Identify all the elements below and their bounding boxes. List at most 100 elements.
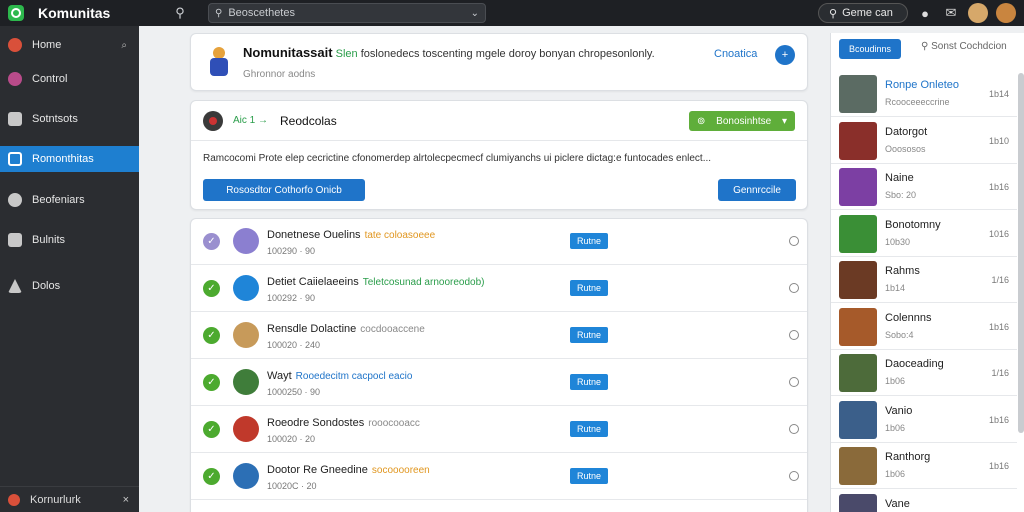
game-thumbnail <box>839 354 877 392</box>
list-item[interactable]: ✓ Roeodre Sondostes rooocooacc 100020 · 20 R… <box>191 407 807 453</box>
sidebar-item-label: Control <box>32 73 68 85</box>
panel-item-count: 1b16 <box>988 321 1009 332</box>
avatar[interactable] <box>233 369 259 395</box>
feed-list: ✓ Donetnese Ouelins tate coloasoeee 100290 … <box>190 218 808 512</box>
search-icon[interactable]: ⚲ <box>173 5 187 21</box>
radio-button[interactable] <box>789 236 799 246</box>
game-thumbnail <box>839 214 877 253</box>
checkmark-icon[interactable]: ✓ <box>203 421 220 438</box>
panel-item-count: 1b10 <box>988 135 1009 146</box>
chevron-down-icon: ▾ <box>781 115 787 127</box>
checkmark-icon[interactable]: ✓ <box>203 327 220 344</box>
panel-item-title: Ranthorg <box>885 451 931 463</box>
item-action-button[interactable]: Rutne <box>570 327 608 343</box>
app-title: Komunitas <box>38 5 111 21</box>
checkmark-icon[interactable]: ✓ <box>203 374 220 391</box>
item-action-button[interactable]: Rutne <box>570 468 608 484</box>
list-item[interactable]: ✓ Donetnese Ouelins tate coloasoeee 100290 … <box>191 219 807 265</box>
checkmark-icon[interactable]: ✓ <box>203 468 220 485</box>
avatar[interactable] <box>968 3 988 23</box>
avatar[interactable] <box>233 416 259 442</box>
radio-button[interactable] <box>789 424 799 434</box>
panel-list-item[interactable]: Daoceading 1b06 1/16 <box>831 350 1017 396</box>
sidebar-item-label: Beofeniars <box>32 194 85 206</box>
item-title: Rensdle Dolactine <box>267 323 357 335</box>
item-meta: 100020 · 20 <box>267 434 316 444</box>
item-action-button[interactable]: Rutne <box>570 374 608 390</box>
radio-button[interactable] <box>789 330 799 340</box>
add-icon[interactable]: + <box>775 45 795 65</box>
compose-card: Aic 1 → Reodcolas ⊚ Bonosinhtse ▾ Ramcoc… <box>190 100 808 210</box>
announcement-link[interactable]: Cnoatica <box>714 48 757 60</box>
radio-button[interactable] <box>789 471 799 481</box>
checkmark-icon[interactable]: ✓ <box>203 233 220 250</box>
panel-button[interactable]: Bcoudinns <box>839 39 901 59</box>
sidebar-item-label: Dolos <box>32 280 61 292</box>
sidebar-item-control[interactable]: Control <box>0 66 139 92</box>
panel-list-item[interactable]: Ronpe Onleteo Rcooceeeccrine 1b14 <box>831 71 1017 117</box>
panel-list-item[interactable]: Naine Sbo: 20 1b16 <box>831 164 1017 210</box>
radio-button[interactable] <box>789 377 799 387</box>
avatar[interactable] <box>233 275 259 301</box>
avatar[interactable] <box>233 463 259 489</box>
panel-item-title: Colennns <box>885 311 932 324</box>
chat-icon[interactable]: ✉ <box>942 4 960 22</box>
panel-list-item[interactable]: Ranthorg 1b06 1b16 <box>831 443 1017 489</box>
radio-button[interactable] <box>789 283 799 293</box>
game-thumbnail <box>839 307 877 346</box>
game-search-pill[interactable]: ⚲ Geme can <box>818 3 908 23</box>
panel-item-title: Ronpe Onleteo <box>885 79 959 91</box>
list-item[interactable]: ✓ Rensdle Dolactine cocdooaccene 100020 · 2… <box>191 313 807 359</box>
sidebar-item-beofeniars[interactable]: Beofeniars <box>0 187 139 213</box>
community-avatar <box>8 493 20 506</box>
panel-search-input[interactable]: ⚲ Sonst Cochdcion <box>921 41 1007 52</box>
list-item[interactable]: ✓ Dootor Re Gneedine socooooreen 10020C · 2… <box>191 454 807 500</box>
list-item[interactable]: ✓ Detiet Caiielaeeins Teletcosunad arnoore… <box>191 266 807 312</box>
item-action-button[interactable]: Rutne <box>570 233 608 249</box>
list-item[interactable]: ✓ Wayt Rooedecitm cacpocl eacio 1000250 · 9… <box>191 360 807 406</box>
avatar[interactable] <box>996 3 1016 23</box>
globe-icon[interactable]: ● <box>916 4 934 22</box>
search-value: Beoscethetes <box>228 7 295 19</box>
panel-list-item[interactable]: Datorgot Ooososos 1b10 <box>831 118 1017 164</box>
announcement-highlight: Slen <box>335 47 358 60</box>
panel-list-item[interactable]: Vane <box>831 490 1017 512</box>
sidebar-item-bulnits[interactable]: Bulnits <box>0 227 139 253</box>
item-tag: Teletcosunad arnooreodob) <box>362 277 485 288</box>
panel-item-subtitle: 1b14 <box>885 283 906 293</box>
app-logo-icon[interactable] <box>8 5 24 21</box>
panel-list-item[interactable]: Colennns Sobo:4 1b16 <box>831 304 1017 350</box>
compose-description: Ramcocomi Prote elep cecrictine cfonomer… <box>203 153 712 164</box>
search-input[interactable]: ⚲ Beoscethetes ⌄ <box>208 3 486 23</box>
avatar[interactable] <box>233 228 259 254</box>
sidebar-footer[interactable]: Kornurlurk × <box>0 486 139 512</box>
panel-list-item[interactable]: Rahms 1b14 1/16 <box>831 257 1017 303</box>
panel-item-count: 1/16 <box>991 368 1009 378</box>
sidebar-item-romonthitas[interactable]: Romonthitas <box>0 146 139 172</box>
item-meta: 100292 · 90 <box>267 293 316 303</box>
item-tag: tate coloasoeee <box>364 230 436 241</box>
panel-item-subtitle: Sobo:4 <box>885 329 914 340</box>
avatar[interactable] <box>233 322 259 348</box>
item-tag: rooocooacc <box>368 418 420 429</box>
announcement-title: Nomunitassait <box>243 44 333 60</box>
checkmark-icon[interactable]: ✓ <box>203 280 220 297</box>
sidebar-search-icon[interactable]: ⌕ <box>121 40 127 51</box>
secondary-action-button[interactable]: Gennrccile <box>718 179 796 201</box>
scrollbar[interactable] <box>1018 73 1024 433</box>
sidebar-item-label: Bulnits <box>32 234 66 246</box>
panel-list-item[interactable]: Bonotomny 10b30 1016 <box>831 211 1017 257</box>
close-icon[interactable]: × <box>123 494 129 506</box>
chevron-down-icon[interactable]: ⌄ <box>471 8 479 19</box>
sidebar-item-sotntsots[interactable]: Sotntsots <box>0 106 139 132</box>
top-bar: Komunitas ⚲ ⚲ Beoscethetes ⌄ ⚲ Geme can … <box>0 0 1024 26</box>
item-action-button[interactable]: Rutne <box>570 421 608 437</box>
item-action-button[interactable]: Rutne <box>570 280 608 296</box>
sidebar-item-home[interactable]: Home ⌕ <box>0 32 139 58</box>
game-thumbnail <box>839 168 877 206</box>
sidebar-item-dolos[interactable]: Dolos <box>0 273 139 299</box>
primary-action-button[interactable]: Rososdtor Cothorfo Onicb <box>203 179 365 201</box>
filter-dropdown-button[interactable]: ⊚ Bonosinhtse ▾ <box>689 111 795 131</box>
panel-list-item[interactable]: Vanio 1b06 1b16 <box>831 397 1017 443</box>
item-name: Wayt Rooedecitm cacpocl eacio <box>267 370 412 382</box>
